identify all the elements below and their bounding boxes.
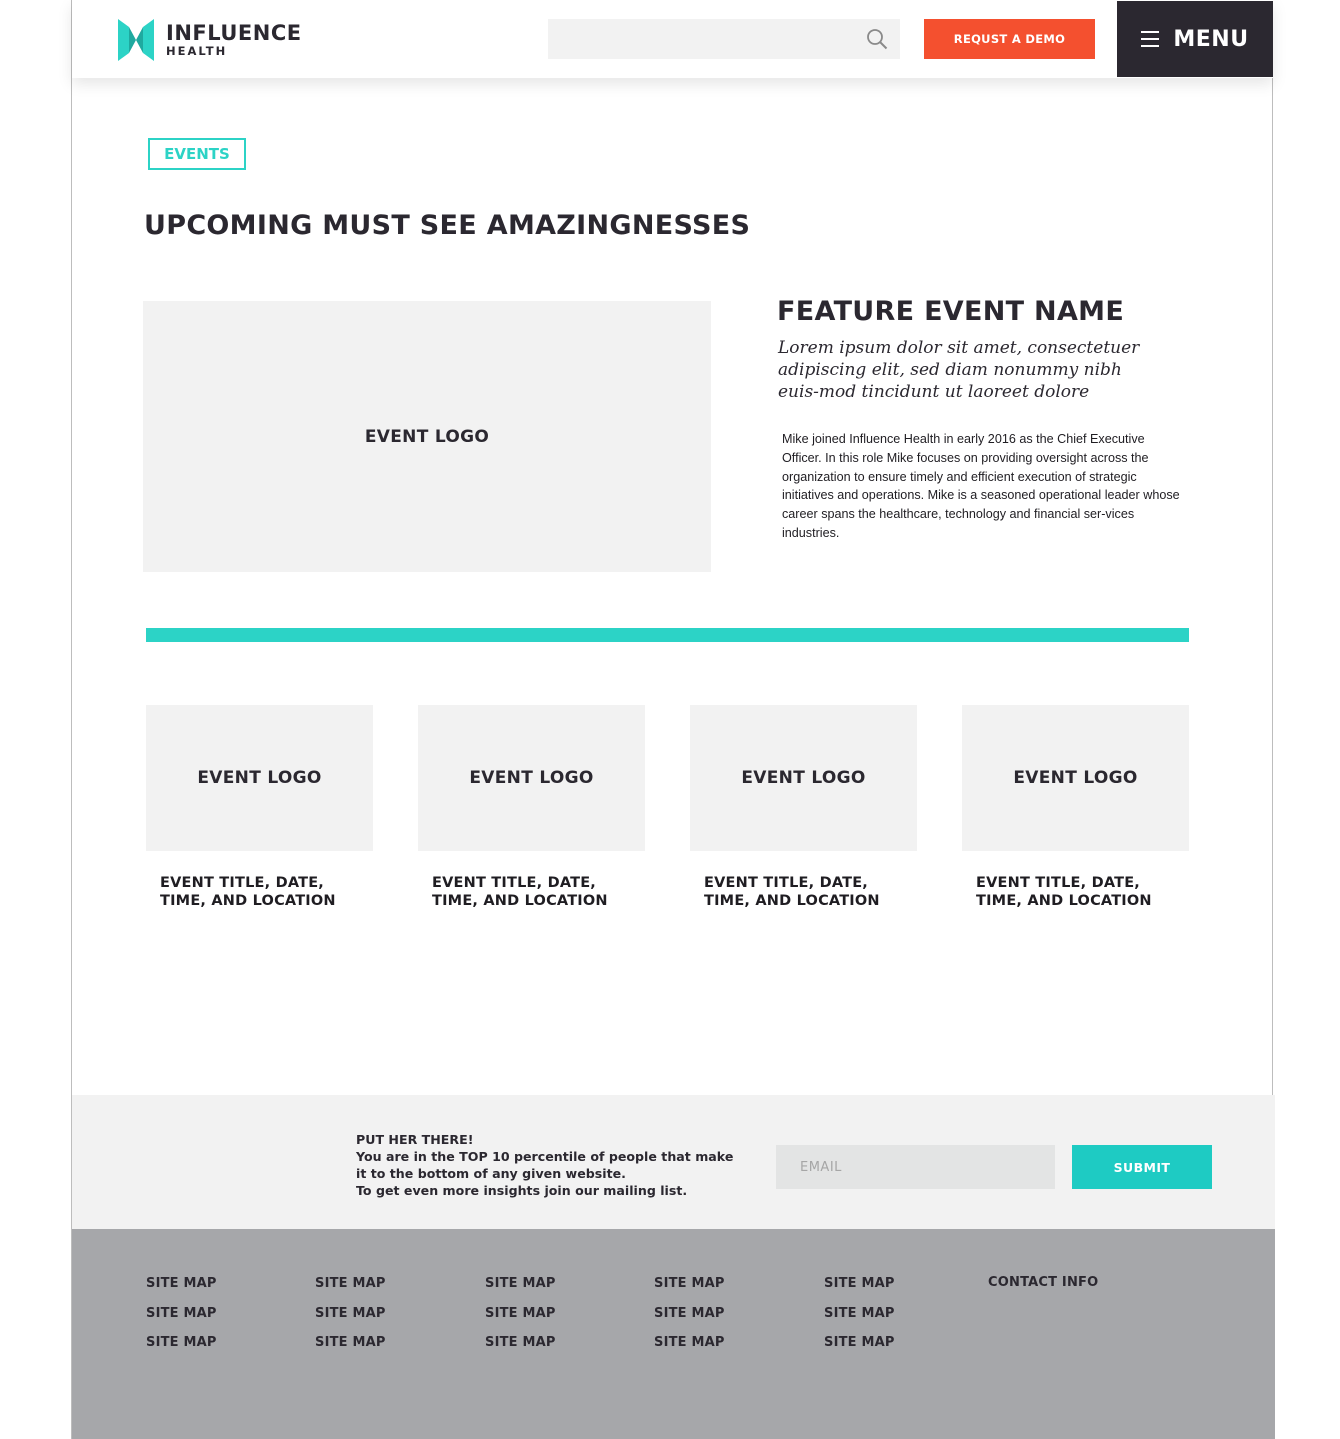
logo-wordmark: INFLUENCE HEALTH bbox=[166, 20, 302, 58]
event-image-label: EVENT LOGO bbox=[469, 768, 594, 788]
newsletter-signup: PUT HER THERE! You are in the TOP 10 per… bbox=[72, 1095, 1275, 1229]
hamburger-menu-icon bbox=[1141, 31, 1160, 47]
feature-event-body: Mike joined Influence Health in early 20… bbox=[782, 432, 1180, 540]
newsletter-headline: PUT HER THERE! bbox=[356, 1132, 474, 1147]
menu-button[interactable]: MENU bbox=[1117, 1, 1273, 77]
event-image[interactable]: EVENT LOGO bbox=[690, 705, 917, 851]
footer-column: SITE MAP SITE MAP SITE MAP bbox=[485, 1276, 556, 1365]
event-image-label: EVENT LOGO bbox=[197, 768, 322, 788]
search-input[interactable] bbox=[548, 19, 858, 59]
footer-link-site-map[interactable]: SITE MAP bbox=[485, 1335, 556, 1365]
event-image[interactable]: EVENT LOGO bbox=[418, 705, 645, 851]
feature-event-image[interactable]: EVENT LOGO bbox=[143, 301, 711, 572]
footer-link-site-map[interactable]: SITE MAP bbox=[654, 1276, 725, 1306]
email-field[interactable] bbox=[776, 1145, 1055, 1189]
menu-label: MENU bbox=[1173, 26, 1249, 52]
footer-link-site-map[interactable]: SITE MAP bbox=[146, 1306, 217, 1336]
event-title[interactable]: EVENT TITLE, DATE, TIME, AND LOCATION bbox=[418, 874, 645, 910]
search-icon[interactable] bbox=[866, 28, 888, 50]
event-card[interactable]: EVENT LOGO EVENT TITLE, DATE, TIME, AND … bbox=[146, 705, 373, 910]
site-logo[interactable]: INFLUENCE HEALTH bbox=[118, 18, 302, 62]
site-footer: SITE MAP SITE MAP SITE MAP SITE MAP SITE… bbox=[72, 1229, 1275, 1439]
logo-line1: INFLUENCE bbox=[166, 20, 302, 45]
footer-column: SITE MAP SITE MAP SITE MAP bbox=[824, 1276, 895, 1365]
footer-link-site-map[interactable]: SITE MAP bbox=[824, 1306, 895, 1336]
influence-health-logo-icon bbox=[118, 19, 154, 61]
footer-column: SITE MAP SITE MAP SITE MAP bbox=[654, 1276, 725, 1365]
newsletter-message: You are in the TOP 10 percentile of peop… bbox=[356, 1149, 734, 1181]
footer-link-site-map[interactable]: SITE MAP bbox=[824, 1276, 895, 1306]
footer-link-site-map[interactable]: SITE MAP bbox=[485, 1276, 556, 1306]
newsletter-text: PUT HER THERE! You are in the TOP 10 per… bbox=[356, 1131, 746, 1199]
footer-link-site-map[interactable]: SITE MAP bbox=[485, 1306, 556, 1336]
event-title[interactable]: EVENT TITLE, DATE, TIME, AND LOCATION bbox=[690, 874, 917, 910]
event-image-label: EVENT LOGO bbox=[1013, 768, 1138, 788]
event-image[interactable]: EVENT LOGO bbox=[146, 705, 373, 851]
footer-link-site-map[interactable]: SITE MAP bbox=[146, 1276, 217, 1306]
event-card[interactable]: EVENT LOGO EVENT TITLE, DATE, TIME, AND … bbox=[690, 705, 917, 910]
logo-line2: HEALTH bbox=[166, 43, 228, 58]
event-image-label: EVENT LOGO bbox=[741, 768, 866, 788]
event-card[interactable]: EVENT LOGO EVENT TITLE, DATE, TIME, AND … bbox=[962, 705, 1189, 910]
submit-button[interactable]: SUBMIT bbox=[1072, 1145, 1212, 1189]
search-box bbox=[548, 19, 900, 59]
event-title[interactable]: EVENT TITLE, DATE, TIME, AND LOCATION bbox=[146, 874, 373, 910]
request-demo-button[interactable]: REQUST A DEMO bbox=[924, 19, 1095, 59]
newsletter-cta: To get even more insights join our maili… bbox=[356, 1183, 688, 1198]
page-title: UPCOMING MUST SEE AMAZINGNESSES bbox=[144, 210, 751, 241]
footer-link-site-map[interactable]: SITE MAP bbox=[824, 1335, 895, 1365]
footer-link-site-map[interactable]: SITE MAP bbox=[146, 1335, 217, 1365]
feature-event-name[interactable]: FEATURE EVENT NAME bbox=[777, 296, 1124, 327]
section-divider bbox=[146, 628, 1189, 642]
feature-event-intro: Lorem ipsum dolor sit amet, consectetuer… bbox=[778, 338, 1140, 402]
footer-link-site-map[interactable]: SITE MAP bbox=[315, 1306, 386, 1336]
event-card[interactable]: EVENT LOGO EVENT TITLE, DATE, TIME, AND … bbox=[418, 705, 645, 910]
event-image[interactable]: EVENT LOGO bbox=[962, 705, 1189, 851]
footer-link-site-map[interactable]: SITE MAP bbox=[654, 1306, 725, 1336]
event-title[interactable]: EVENT TITLE, DATE, TIME, AND LOCATION bbox=[962, 874, 1189, 910]
contact-info-link[interactable]: CONTACT INFO bbox=[988, 1275, 1098, 1290]
footer-column: SITE MAP SITE MAP SITE MAP bbox=[315, 1276, 386, 1365]
footer-column: SITE MAP SITE MAP SITE MAP bbox=[146, 1276, 217, 1365]
events-tag[interactable]: EVENTS bbox=[148, 138, 246, 170]
footer-link-site-map[interactable]: SITE MAP bbox=[315, 1276, 386, 1306]
footer-link-site-map[interactable]: SITE MAP bbox=[654, 1335, 725, 1365]
feature-image-label: EVENT LOGO bbox=[364, 426, 490, 447]
footer-link-site-map[interactable]: SITE MAP bbox=[315, 1335, 386, 1365]
site-header: INFLUENCE HEALTH REQUST A DEMO MENU bbox=[72, 0, 1273, 78]
